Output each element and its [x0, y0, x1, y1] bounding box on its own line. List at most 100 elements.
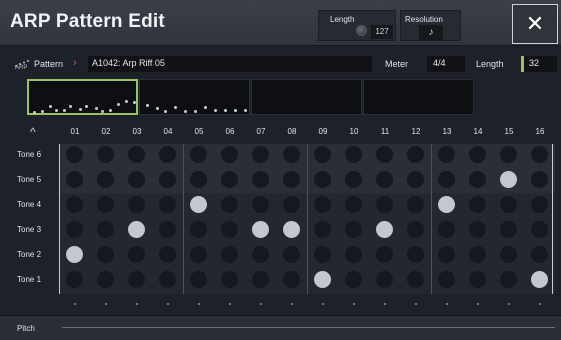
step-cell[interactable] [159, 271, 176, 288]
step-cell[interactable] [407, 196, 424, 213]
step-cell[interactable] [531, 196, 548, 213]
step-cell[interactable] [500, 221, 517, 238]
step-cell[interactable] [500, 146, 517, 163]
step-cell[interactable] [66, 196, 83, 213]
step-cell[interactable] [128, 246, 145, 263]
step-cell[interactable] [314, 146, 331, 163]
step-cell[interactable] [159, 196, 176, 213]
step-cell[interactable] [252, 246, 269, 263]
step-cell[interactable] [407, 246, 424, 263]
pattern-overview[interactable] [27, 79, 475, 115]
step-cell[interactable] [531, 221, 548, 238]
step-cell[interactable] [190, 171, 207, 188]
step-cell[interactable] [500, 246, 517, 263]
step-cell[interactable] [190, 146, 207, 163]
step-cell[interactable] [159, 221, 176, 238]
step-cell[interactable] [345, 146, 362, 163]
step-cell[interactable] [438, 221, 455, 238]
step-cell-active[interactable] [531, 271, 548, 288]
step-cell[interactable] [252, 171, 269, 188]
step-cell[interactable] [252, 271, 269, 288]
step-cell[interactable] [314, 221, 331, 238]
pattern-select[interactable]: A1042: Arp Riff 05 [88, 56, 372, 72]
resolution-control[interactable]: Resolution ♪ [400, 10, 461, 41]
step-cell-active[interactable] [128, 221, 145, 238]
step-cell[interactable] [66, 146, 83, 163]
chevron-right-icon[interactable]: › [73, 57, 77, 69]
step-cell-active[interactable] [376, 221, 393, 238]
step-cell[interactable] [469, 196, 486, 213]
step-cell[interactable] [283, 196, 300, 213]
step-cell[interactable] [500, 196, 517, 213]
step-cell[interactable] [438, 271, 455, 288]
step-cell[interactable] [376, 146, 393, 163]
step-cell[interactable] [128, 196, 145, 213]
step-cell[interactable] [407, 146, 424, 163]
step-cell[interactable] [531, 171, 548, 188]
step-cell[interactable] [252, 146, 269, 163]
step-cell[interactable] [190, 271, 207, 288]
step-cell[interactable] [376, 171, 393, 188]
step-cell[interactable] [469, 221, 486, 238]
pitch-line[interactable] [62, 327, 555, 328]
step-cell[interactable] [314, 196, 331, 213]
step-cell[interactable] [376, 196, 393, 213]
step-cell-active[interactable] [438, 196, 455, 213]
step-cell[interactable] [283, 171, 300, 188]
step-cell[interactable] [221, 246, 238, 263]
step-cell[interactable] [66, 271, 83, 288]
step-cell[interactable] [97, 146, 114, 163]
resolution-value[interactable]: ♪ [419, 25, 443, 40]
step-cell-active[interactable] [500, 171, 517, 188]
step-cell[interactable] [345, 171, 362, 188]
step-cell[interactable] [128, 271, 145, 288]
step-cell[interactable] [469, 146, 486, 163]
step-cell[interactable] [97, 246, 114, 263]
step-cell[interactable] [314, 171, 331, 188]
step-cell[interactable] [66, 221, 83, 238]
scroll-up-icon[interactable]: ^ [30, 125, 36, 139]
step-cell[interactable] [97, 171, 114, 188]
step-cell[interactable] [221, 146, 238, 163]
step-cell[interactable] [376, 271, 393, 288]
step-cell[interactable] [345, 221, 362, 238]
step-cell[interactable] [221, 196, 238, 213]
step-cell[interactable] [345, 271, 362, 288]
step-cell[interactable] [283, 246, 300, 263]
step-cell[interactable] [252, 196, 269, 213]
step-cell[interactable] [407, 221, 424, 238]
step-cell[interactable] [314, 246, 331, 263]
step-cell[interactable] [283, 146, 300, 163]
overview-segment[interactable] [139, 79, 250, 115]
step-cell[interactable] [531, 146, 548, 163]
step-cell[interactable] [97, 271, 114, 288]
step-cell[interactable] [159, 146, 176, 163]
step-cell-active[interactable] [252, 221, 269, 238]
step-cell-active[interactable] [66, 246, 83, 263]
close-button[interactable]: ✕ [512, 4, 558, 44]
step-cell[interactable] [345, 196, 362, 213]
step-cell[interactable] [438, 146, 455, 163]
step-cell[interactable] [500, 271, 517, 288]
step-cell[interactable] [66, 171, 83, 188]
length-value[interactable]: 127 [371, 25, 393, 39]
knob-icon[interactable] [356, 25, 367, 36]
step-cell[interactable] [159, 171, 176, 188]
step-cell[interactable] [438, 246, 455, 263]
step-cell[interactable] [469, 171, 486, 188]
overview-segment[interactable] [363, 79, 474, 115]
pattern-length-field[interactable]: 32 [521, 56, 557, 72]
step-cell[interactable] [469, 271, 486, 288]
step-cell[interactable] [438, 171, 455, 188]
overview-segment[interactable] [27, 79, 138, 115]
meter-field[interactable]: 4/4 [427, 56, 465, 72]
step-cell[interactable] [376, 246, 393, 263]
step-cell[interactable] [221, 221, 238, 238]
step-cell[interactable] [159, 246, 176, 263]
step-cell[interactable] [128, 171, 145, 188]
step-cell[interactable] [345, 246, 362, 263]
overview-segment[interactable] [251, 79, 362, 115]
step-cell[interactable] [283, 271, 300, 288]
step-cell-active[interactable] [314, 271, 331, 288]
step-cell[interactable] [97, 196, 114, 213]
